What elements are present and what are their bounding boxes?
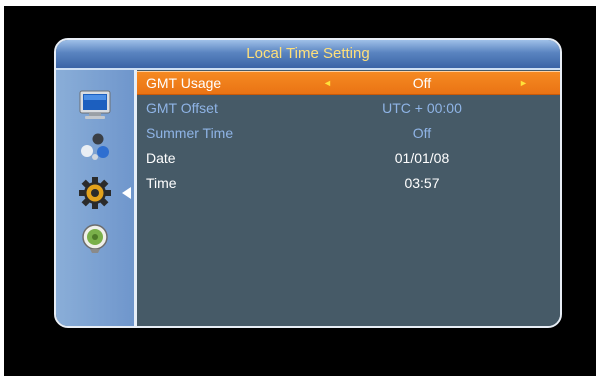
- tv-monitor-icon[interactable]: [76, 88, 114, 122]
- dots-cluster-icon[interactable]: [76, 130, 114, 164]
- setting-label: GMT Offset: [146, 100, 218, 116]
- satellite-dish-icon[interactable]: [76, 222, 114, 256]
- setting-label: Time: [146, 175, 177, 191]
- setting-label: Date: [146, 150, 176, 166]
- setting-value: UTC + 00:00: [382, 100, 462, 116]
- active-menu-pointer: [122, 187, 131, 199]
- setting-value: Off: [412, 125, 432, 141]
- setting-label: GMT Usage: [146, 75, 222, 91]
- setting-row-gmt-usage[interactable]: GMT Usage ◄ Off ►: [137, 71, 560, 95]
- setting-value: Off: [412, 75, 432, 91]
- panel-title: Local Time Setting: [56, 40, 560, 70]
- setting-row-gmt-offset[interactable]: GMT Offset UTC + 00:00: [137, 96, 560, 120]
- setting-row-time[interactable]: Time 03:57: [137, 171, 560, 195]
- right-arrow-icon[interactable]: ►: [519, 72, 528, 94]
- settings-list: GMT Usage ◄ Off ► GMT Offset UTC + 00:00…: [137, 70, 560, 326]
- setting-value: 03:57: [404, 175, 440, 191]
- setting-label: Summer Time: [146, 125, 234, 141]
- tv-screen: Local Time Setting GMT Usage ◄ Off ► GMT…: [4, 6, 596, 376]
- settings-panel: Local Time Setting GMT Usage ◄ Off ► GMT…: [54, 38, 562, 328]
- setting-row-date[interactable]: Date 01/01/08: [137, 146, 560, 170]
- setting-value: 01/01/08: [394, 150, 450, 166]
- gear-icon[interactable]: [76, 176, 114, 210]
- setting-row-summer-time[interactable]: Summer Time Off: [137, 121, 560, 145]
